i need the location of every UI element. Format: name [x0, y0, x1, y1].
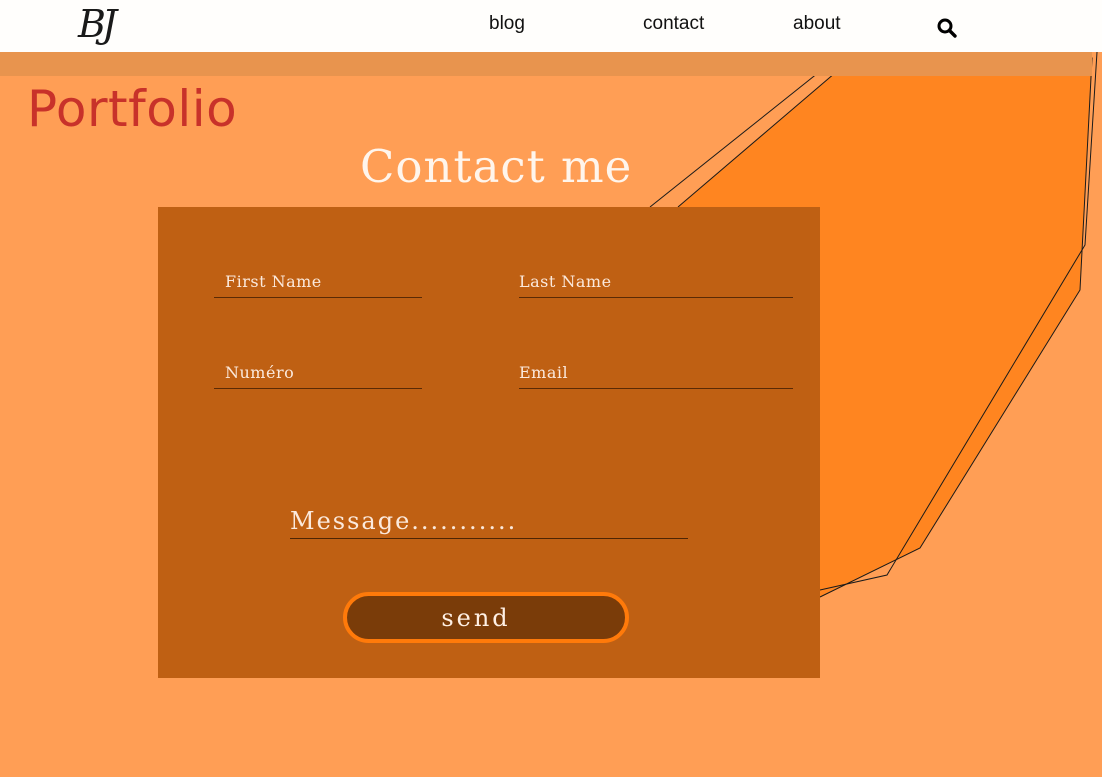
- site-logo[interactable]: BJ: [78, 2, 117, 46]
- contact-heading: Contact me: [360, 140, 633, 193]
- send-button[interactable]: send: [343, 592, 629, 643]
- header-shadow-band: [0, 52, 1092, 76]
- message-field[interactable]: [290, 505, 688, 539]
- email-field[interactable]: [519, 363, 793, 389]
- page-title: Portfolio: [27, 80, 238, 138]
- nav-link-contact[interactable]: contact: [643, 13, 704, 35]
- nav-link-blog[interactable]: blog: [489, 13, 525, 35]
- last-name-field[interactable]: [519, 272, 793, 298]
- search-icon[interactable]: [936, 16, 958, 40]
- nav-link-about[interactable]: about: [793, 13, 841, 35]
- first-name-field[interactable]: [214, 272, 422, 298]
- phone-field[interactable]: [214, 363, 422, 389]
- navbar: BJ blog contact about: [0, 0, 1102, 52]
